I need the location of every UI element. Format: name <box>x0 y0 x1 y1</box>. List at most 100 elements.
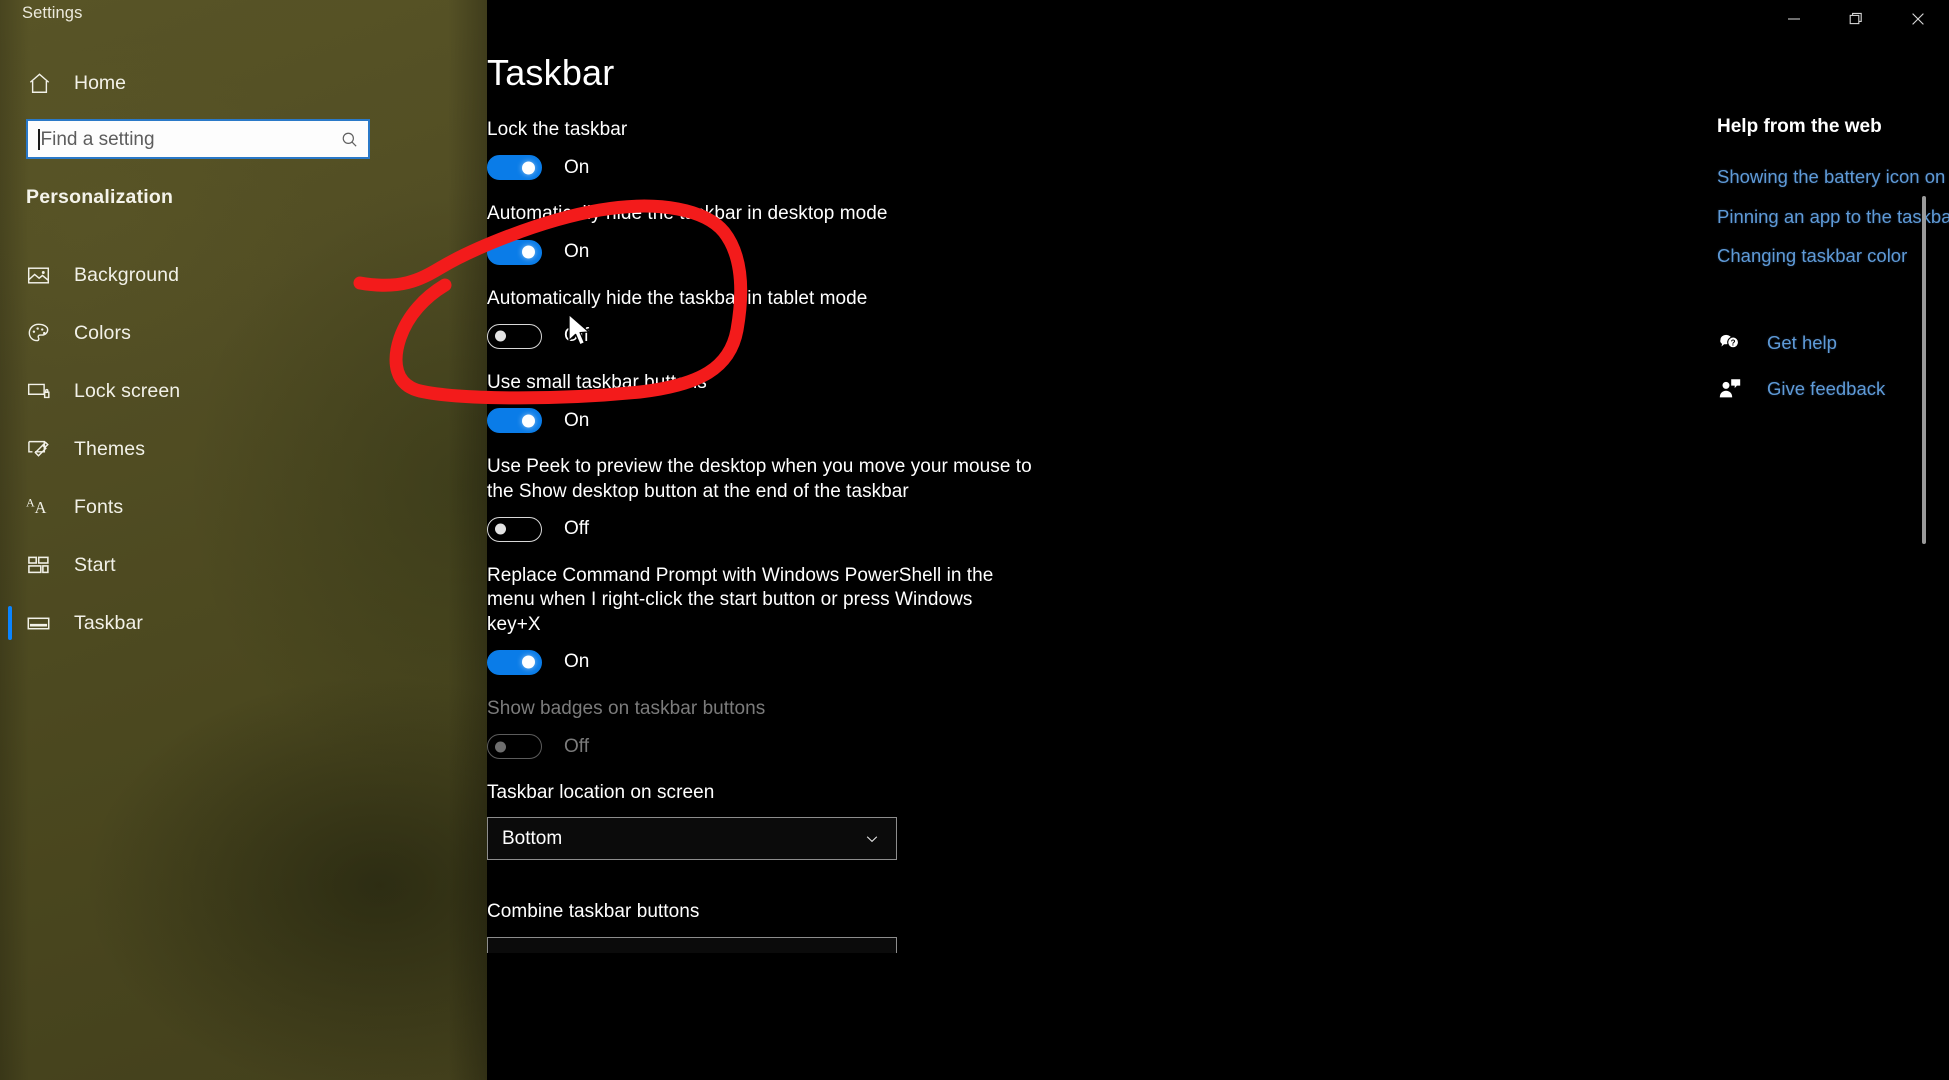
sidebar: Settings Home Find a setting Personaliza… <box>0 0 487 1080</box>
svg-text:A: A <box>34 497 46 516</box>
toggle-state-label: Off <box>564 735 589 757</box>
setting-autohide-desktop: Automatically hide the taskbar in deskto… <box>487 202 1187 265</box>
sidebar-category-title: Personalization <box>26 186 174 208</box>
setting-lock-the-taskbar: Lock the taskbar On <box>487 118 1187 181</box>
minimize-icon <box>1784 9 1804 29</box>
sidebar-item-label: Lock screen <box>74 379 181 402</box>
toggle-small-buttons[interactable] <box>487 408 542 434</box>
toggle-row: Off <box>487 516 1187 542</box>
text-caret <box>38 128 40 150</box>
toggle-row: On <box>487 649 1187 675</box>
close-icon <box>1908 9 1928 29</box>
toggle-row: On <box>487 408 1187 434</box>
maximize-button[interactable] <box>1825 0 1887 38</box>
setting-label: Show badges on taskbar buttons <box>487 697 766 719</box>
toggle-lock-the-taskbar[interactable] <box>487 155 542 181</box>
help-link[interactable]: Showing the battery icon on the taskbar <box>1717 164 1949 190</box>
toggle-knob <box>495 741 506 753</box>
action-label: Get help <box>1767 331 1837 353</box>
setting-label: Combine taskbar buttons <box>487 901 700 923</box>
toggle-autohide-tablet[interactable] <box>487 323 542 349</box>
setting-label: Replace Command Prompt with Windows Powe… <box>487 564 994 635</box>
sidebar-nav: Background Colors Lock screen Themes A A… <box>0 246 487 652</box>
toggle-replace-cmd-powershell[interactable] <box>487 649 542 675</box>
window-controls <box>1763 0 1949 38</box>
start-icon <box>24 551 52 579</box>
give-feedback-action[interactable]: Give feedback <box>1717 373 1949 405</box>
close-button[interactable] <box>1887 0 1949 38</box>
taskbar-location-select[interactable]: Bottom <box>487 817 897 861</box>
action-label: Give feedback <box>1767 377 1886 399</box>
toggle-state-label: Off <box>564 325 589 347</box>
sidebar-item-lock-screen[interactable]: Lock screen <box>0 362 487 420</box>
setting-taskbar-location: Taskbar location on screen Bottom <box>487 781 1187 861</box>
combine-buttons-select[interactable] <box>487 936 897 953</box>
minimize-button[interactable] <box>1763 0 1825 38</box>
settings-list: Lock the taskbar On Automatically hide t… <box>487 118 1187 975</box>
toggle-show-badges <box>487 734 542 760</box>
toggle-state-label: On <box>564 651 590 673</box>
setting-small-buttons: Use small taskbar buttons On <box>487 371 1187 434</box>
home-icon <box>26 70 52 96</box>
search-icon[interactable] <box>338 128 360 150</box>
toggle-row: On <box>487 239 1187 265</box>
window-title: Settings <box>22 4 83 22</box>
help-heading: Help from the web <box>1717 116 1882 137</box>
brush-icon <box>24 435 52 463</box>
setting-autohide-tablet: Automatically hide the taskbar in tablet… <box>487 287 1187 349</box>
sidebar-item-home[interactable]: Home <box>18 62 368 104</box>
toggle-state-label: On <box>564 409 590 431</box>
setting-peek: Use Peek to preview the desktop when you… <box>487 455 1187 542</box>
sidebar-item-background[interactable]: Background <box>0 246 487 304</box>
help-panel: Help from the web Showing the battery ic… <box>1717 116 1949 419</box>
svg-text:A: A <box>25 495 34 509</box>
setting-label: Use small taskbar buttons <box>487 371 707 393</box>
help-link[interactable]: Pinning an app to the taskbar <box>1717 204 1949 230</box>
sidebar-item-taskbar[interactable]: Taskbar <box>0 594 487 652</box>
settings-window: Settings Home Find a setting Personaliza… <box>0 0 1949 1080</box>
sidebar-item-colors[interactable]: Colors <box>0 304 487 362</box>
feedback-person-icon <box>1717 376 1743 402</box>
sidebar-item-themes[interactable]: Themes <box>0 420 487 478</box>
toggle-autohide-desktop[interactable] <box>487 239 542 265</box>
main-content: Taskbar Lock the taskbar On Automaticall… <box>487 0 1949 1080</box>
setting-label: Use Peek to preview the desktop when you… <box>487 456 1032 502</box>
toggle-row: On <box>487 155 1187 181</box>
sidebar-item-label: Start <box>74 553 116 576</box>
toggle-peek[interactable] <box>487 516 542 542</box>
toggle-knob <box>495 523 506 535</box>
toggle-knob <box>522 414 535 428</box>
taskbar-icon <box>24 609 52 637</box>
toggle-state-label: Off <box>564 518 589 540</box>
scrollbar-thumb[interactable] <box>1922 196 1926 544</box>
help-actions: ? Get help Give feedback <box>1717 327 1949 405</box>
setting-replace-cmd-powershell: Replace Command Prompt with Windows Powe… <box>487 564 1187 675</box>
sidebar-item-start[interactable]: Start <box>0 536 487 594</box>
toggle-knob <box>522 245 535 259</box>
help-link[interactable]: Changing taskbar color <box>1717 243 1949 269</box>
svg-text:?: ? <box>1731 338 1736 347</box>
search-input[interactable]: Find a setting <box>26 119 370 159</box>
get-help-action[interactable]: ? Get help <box>1717 327 1949 359</box>
palette-icon <box>24 319 52 347</box>
sidebar-item-fonts[interactable]: A A Fonts <box>0 478 487 536</box>
sidebar-item-label: Themes <box>74 437 146 460</box>
toggle-row: Off <box>487 323 1187 349</box>
page-title: Taskbar <box>487 52 615 93</box>
sidebar-item-label: Colors <box>74 321 131 344</box>
restore-icon <box>1846 9 1866 29</box>
question-bubble-icon: ? <box>1717 330 1743 356</box>
sidebar-item-label: Background <box>74 263 180 286</box>
toggle-knob <box>495 330 506 342</box>
chevron-down-icon <box>862 829 882 849</box>
sidebar-home-label: Home <box>74 71 127 94</box>
setting-combine-buttons: Combine taskbar buttons <box>487 900 1187 953</box>
toggle-state-label: On <box>564 156 590 178</box>
search-placeholder: Find a setting <box>40 128 155 150</box>
fonts-icon: A A <box>24 493 52 521</box>
setting-label: Automatically hide the taskbar in tablet… <box>487 287 868 309</box>
toggle-knob <box>522 161 535 175</box>
sidebar-item-label: Taskbar <box>74 611 143 634</box>
lockscreen-icon <box>24 377 52 405</box>
setting-label: Lock the taskbar <box>487 119 628 140</box>
